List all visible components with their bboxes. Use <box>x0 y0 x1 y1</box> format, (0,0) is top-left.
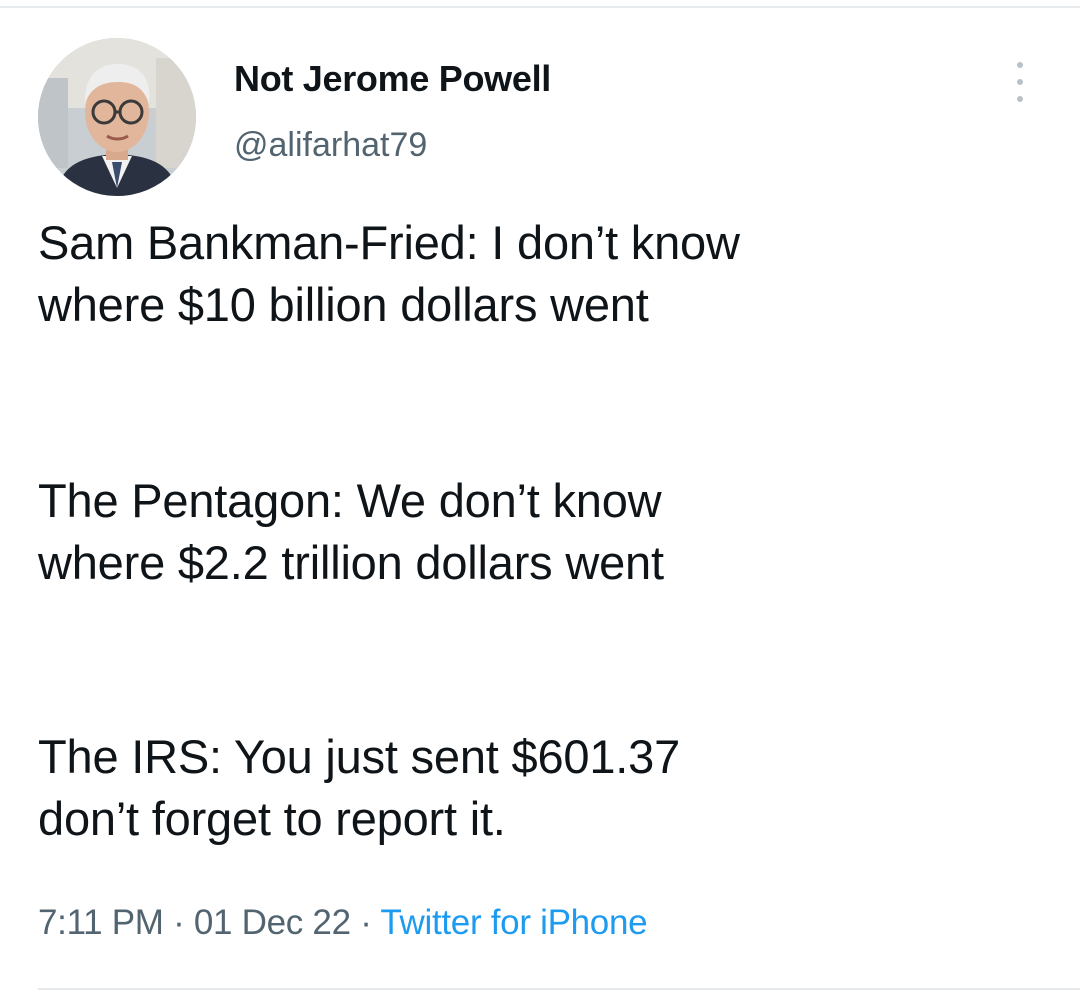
tweet-source-link[interactable]: Twitter for iPhone <box>380 903 647 942</box>
tweet-line: where $2.2 trillion dollars went <box>38 536 664 589</box>
tweet-paragraph-2: The Pentagon: We don’t know where $2.2 t… <box>38 470 664 594</box>
tweet-meta: 7:11 PM · 01 Dec 22 · Twitter for iPhone <box>38 903 648 943</box>
avatar[interactable] <box>38 38 196 196</box>
tweet-paragraph-1: Sam Bankman-Fried: I don’t know where $1… <box>38 212 740 336</box>
bottom-divider <box>38 988 1080 990</box>
more-vertical-icon[interactable] <box>1012 62 1028 102</box>
tweet-date[interactable]: 01 Dec 22 <box>194 903 351 942</box>
tweet-line: where $10 billion dollars went <box>38 278 649 331</box>
tweet-line: The Pentagon: We don’t know <box>38 474 662 527</box>
author-handle[interactable]: @alifarhat79 <box>234 126 427 165</box>
tweet-paragraph-3: The IRS: You just sent $601.37 don’t for… <box>38 726 680 850</box>
tweet-line: Sam Bankman-Fried: I don’t know <box>38 216 740 269</box>
tweet-line: The IRS: You just sent $601.37 <box>38 730 681 783</box>
tweet-time[interactable]: 7:11 PM <box>38 903 164 942</box>
tweet-line: don’t forget to report it. <box>38 792 506 845</box>
meta-separator: · <box>360 903 372 942</box>
meta-separator: · <box>173 903 185 942</box>
profile-photo-icon <box>38 38 196 196</box>
top-divider <box>0 6 1080 8</box>
author-display-name[interactable]: Not Jerome Powell <box>234 58 551 100</box>
